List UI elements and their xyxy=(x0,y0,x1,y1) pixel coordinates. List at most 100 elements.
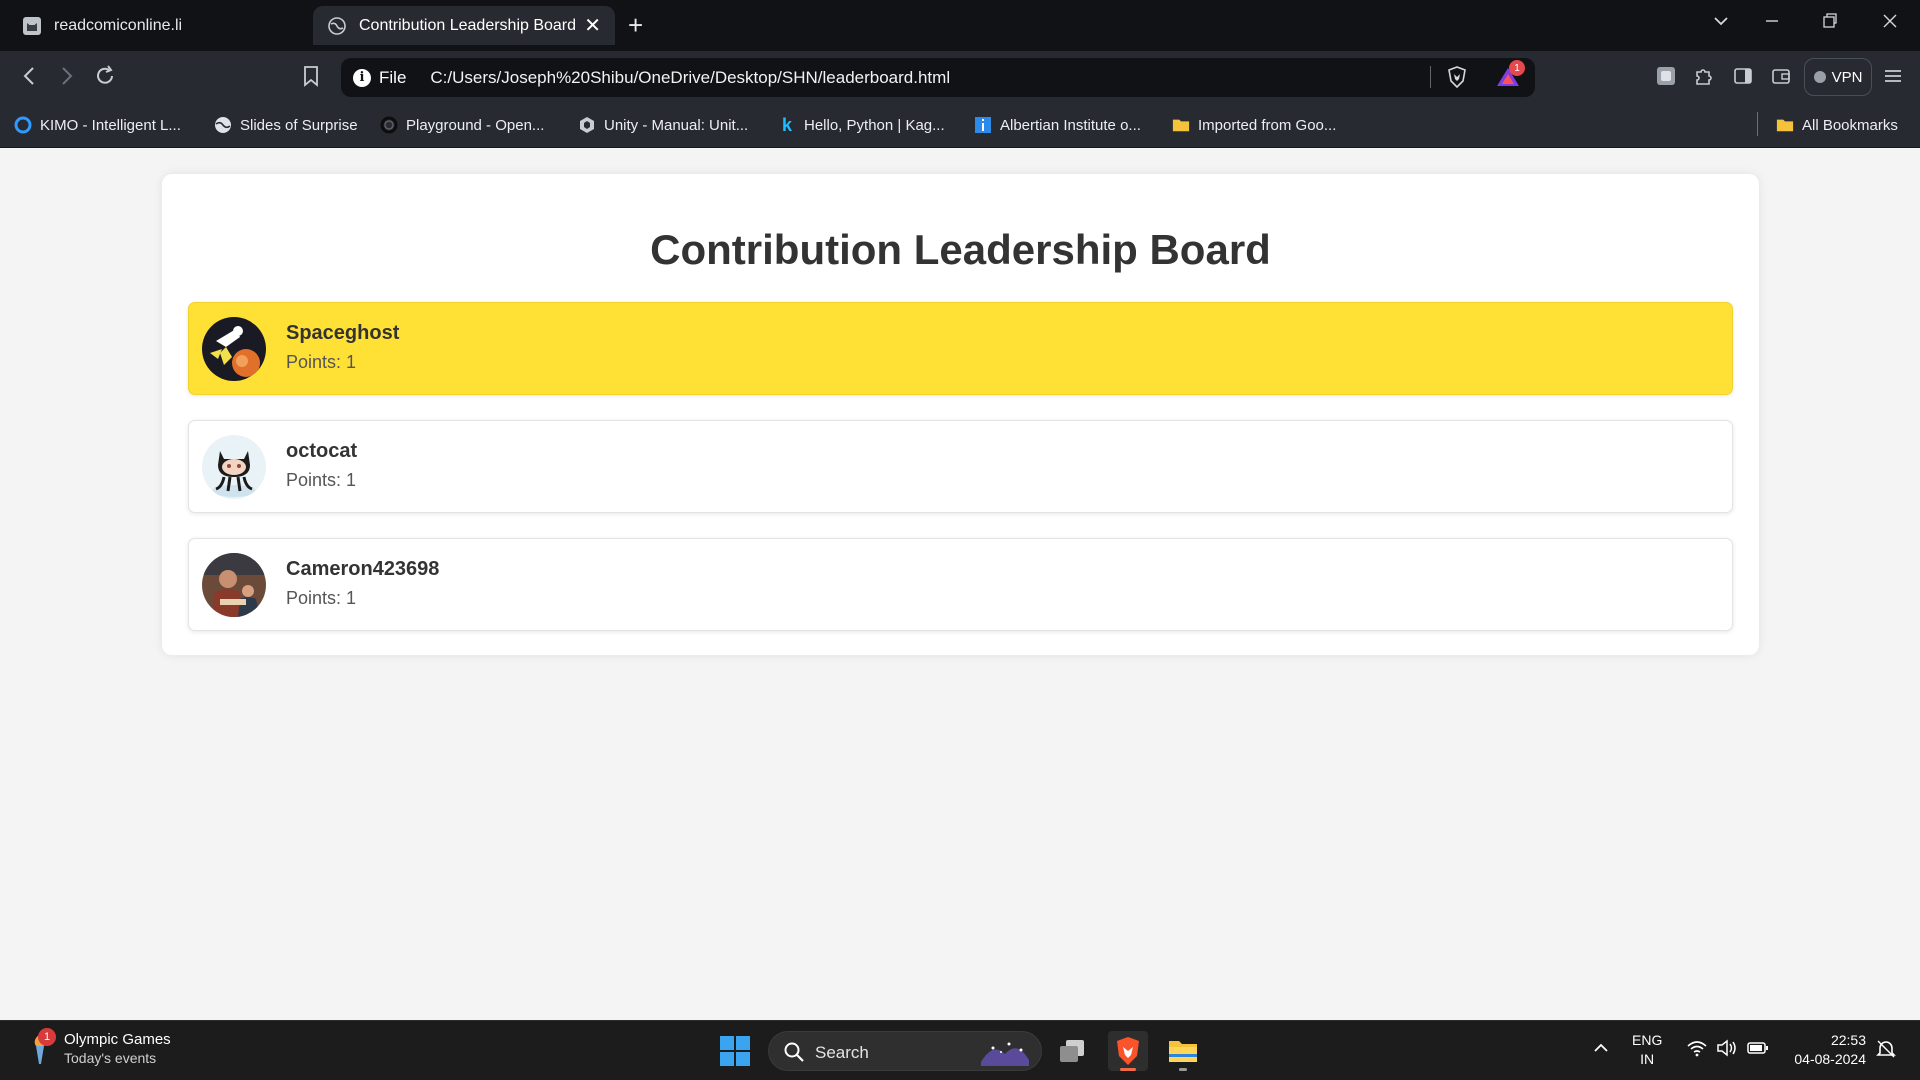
page-title: Contribution Leadership Board xyxy=(650,226,1271,273)
bookmark-label: Hello, Python | Kag... xyxy=(804,116,945,134)
tab-search-chevron-icon[interactable] xyxy=(1712,12,1730,35)
leaderboard-card: Contribution Leadership Board Spaceghost… xyxy=(162,174,1759,655)
vpn-label: VPN xyxy=(1831,68,1863,86)
restore-icon[interactable] xyxy=(1822,12,1838,35)
folder-icon xyxy=(1169,1041,1197,1062)
extensions-puzzle-icon[interactable] xyxy=(1693,65,1715,87)
wallet-icon[interactable] xyxy=(1770,65,1792,87)
clock-date: 04-08-2024 xyxy=(1794,1051,1866,1067)
bookmark-label: Albertian Institute o... xyxy=(1000,116,1141,134)
url-text[interactable]: C:/Users/Joseph%20Shibu/OneDrive/Desktop… xyxy=(430,68,950,88)
username: Spaceghost xyxy=(286,322,400,344)
battery-icon[interactable] xyxy=(1746,1039,1770,1062)
bookmark-label: Unity - Manual: Unit... xyxy=(604,116,749,134)
windows-logo-icon xyxy=(720,1036,734,1050)
bookmark-label: KIMO - Intelligent L... xyxy=(40,116,181,134)
bookmark-kimo[interactable]: KIMO - Intelligent L... xyxy=(14,113,181,137)
search-highlight-art-icon xyxy=(979,1038,1031,1071)
bookmark-albertian[interactable]: Albertian Institute o... xyxy=(974,113,1141,137)
username: octocat xyxy=(286,440,358,462)
leaderboard-entry: Spaceghost Points: 1 xyxy=(188,302,1733,395)
tab-readcomiconline[interactable]: readcomiconline.li xyxy=(8,6,308,45)
taskbar-search[interactable]: Search xyxy=(768,1031,1042,1071)
bookmark-label: Playground - Open... xyxy=(406,116,545,134)
globe-icon xyxy=(327,16,347,36)
bookmarks-divider xyxy=(1757,112,1758,136)
windows-taskbar: 1 Olympic Games Today's events Search EN… xyxy=(0,1020,1920,1080)
close-tab-icon[interactable]: ✕ xyxy=(584,16,601,36)
vpn-button[interactable]: VPN xyxy=(1804,58,1872,96)
bookmark-slides[interactable]: Slides of Surprise xyxy=(214,113,358,137)
photo-avatar xyxy=(202,553,266,617)
points-label: Points: 1 xyxy=(286,352,357,372)
spaceghost-avatar xyxy=(202,317,266,381)
widgets-button[interactable]: 1 Olympic Games Today's events xyxy=(26,1027,171,1066)
kimo-icon xyxy=(14,116,32,134)
task-view-button[interactable] xyxy=(1052,1031,1092,1071)
volume-icon[interactable] xyxy=(1716,1039,1738,1062)
cat-site-icon xyxy=(22,16,42,36)
openai-icon xyxy=(380,116,398,134)
points-label: Points: 1 xyxy=(286,470,357,490)
octocat-avatar xyxy=(202,435,266,499)
wifi-icon[interactable] xyxy=(1686,1039,1708,1062)
vpn-status-icon xyxy=(1813,71,1826,83)
sidebar-icon[interactable] xyxy=(1732,65,1754,87)
points-label: Points: 1 xyxy=(286,588,357,608)
task-view-icon xyxy=(1060,1040,1084,1062)
bookmark-imported-folder[interactable]: Imported from Goo... xyxy=(1172,113,1336,137)
notifications-icon[interactable] xyxy=(1876,1039,1896,1064)
tab-title: Contribution Leadership Board xyxy=(359,16,577,34)
language-code: ENG xyxy=(1632,1032,1663,1048)
leaderboard-entry: Cameron423698 Points: 1 xyxy=(188,538,1733,631)
brave-rewards-icon[interactable]: 1 xyxy=(1495,60,1525,93)
extension-page-icon[interactable] xyxy=(1655,65,1677,87)
bookmark-label: Imported from Goo... xyxy=(1198,116,1337,134)
address-separator xyxy=(1430,66,1431,88)
close-window-icon[interactable] xyxy=(1882,12,1898,35)
forward-icon[interactable] xyxy=(56,64,76,93)
language-region: IN xyxy=(1640,1051,1655,1067)
site-info-icon[interactable]: i xyxy=(353,68,371,87)
brave-logo-icon xyxy=(1117,1037,1139,1065)
rewards-badge: 1 xyxy=(1509,60,1525,76)
page-viewport: Contribution Leadership Board Spaceghost… xyxy=(0,148,1920,1020)
show-hidden-icons-chevron-icon[interactable] xyxy=(1592,1039,1610,1062)
browser-toolbar: i File C:/Users/Joseph%20Shibu/OneDrive/… xyxy=(0,51,1920,103)
menu-icon[interactable] xyxy=(1882,65,1904,87)
taskbar-brave-button[interactable] xyxy=(1108,1031,1148,1071)
back-icon[interactable] xyxy=(20,64,40,93)
info-icon xyxy=(974,116,992,134)
start-button[interactable] xyxy=(720,1036,750,1066)
username: Cameron423698 xyxy=(286,558,440,580)
taskbar-file-explorer-button[interactable] xyxy=(1163,1031,1203,1071)
address-bar[interactable]: i File C:/Users/Joseph%20Shibu/OneDrive/… xyxy=(341,58,1535,97)
tab-leaderboard[interactable]: Contribution Leadership Board ✕ xyxy=(313,6,615,45)
bookmark-playground[interactable]: Playground - Open... xyxy=(380,113,544,137)
input-language-indicator[interactable]: ENG IN xyxy=(1632,1031,1662,1069)
tab-title: readcomiconline.li xyxy=(54,16,183,34)
active-indicator xyxy=(1120,1068,1136,1071)
bookmark-kaggle[interactable]: k Hello, Python | Kag... xyxy=(778,113,945,137)
reload-icon[interactable] xyxy=(94,64,116,93)
kaggle-icon: k xyxy=(781,114,792,135)
url-scheme-label: File xyxy=(379,67,407,87)
search-icon xyxy=(783,1041,805,1068)
folder-icon xyxy=(1776,116,1794,134)
globe-icon xyxy=(214,116,232,134)
unity-icon xyxy=(578,116,596,134)
search-label: Search xyxy=(815,1043,869,1062)
folder-icon xyxy=(1172,116,1190,134)
new-tab-button[interactable]: + xyxy=(628,12,643,38)
bookmark-unity[interactable]: Unity - Manual: Unit... xyxy=(578,113,748,137)
open-indicator xyxy=(1179,1068,1187,1071)
widget-badge: 1 xyxy=(38,1027,56,1046)
minimize-icon[interactable] xyxy=(1764,12,1780,35)
all-bookmarks-button[interactable]: All Bookmarks xyxy=(1776,113,1898,137)
all-bookmarks-label: All Bookmarks xyxy=(1802,116,1898,134)
olympic-torch-icon: 1 xyxy=(26,1027,56,1066)
bookmark-icon[interactable] xyxy=(301,64,321,93)
bookmarks-bar: KIMO - Intelligent L... Slides of Surpri… xyxy=(0,103,1920,148)
clock[interactable]: 22:53 04-08-2024 xyxy=(1786,1031,1866,1069)
brave-shields-icon[interactable] xyxy=(1447,66,1467,93)
